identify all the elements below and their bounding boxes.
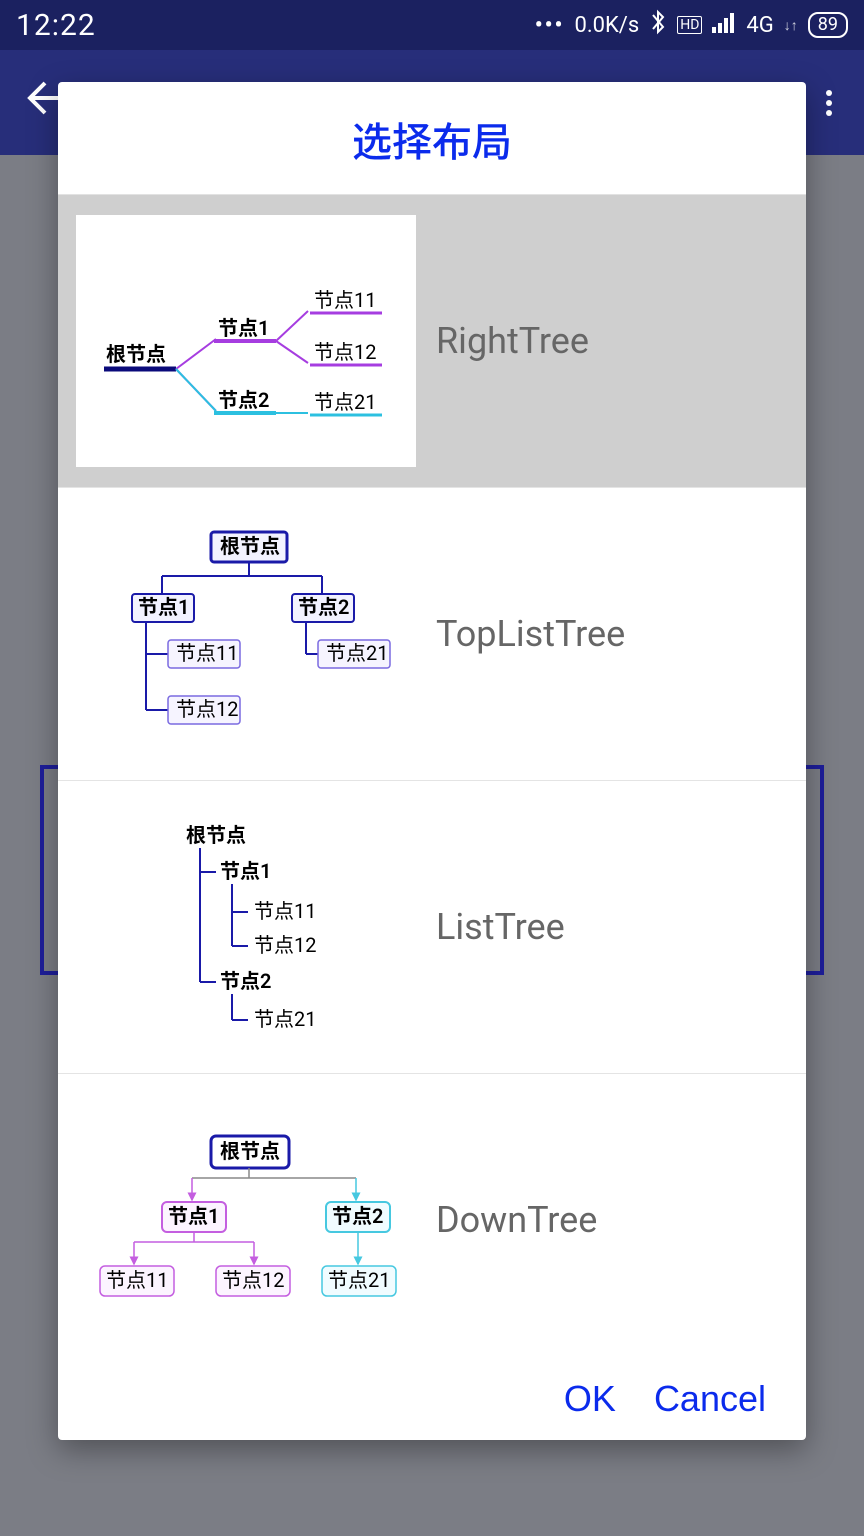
svg-text:节点2: 节点2 <box>298 595 349 619</box>
svg-text:根节点: 根节点 <box>106 342 166 366</box>
svg-text:节点12: 节点12 <box>176 697 238 721</box>
svg-text:节点11: 节点11 <box>106 1268 168 1292</box>
svg-text:根节点: 根节点 <box>186 823 246 847</box>
dialog-title: 选择布局 <box>58 82 806 195</box>
menu-icon[interactable] <box>814 88 844 118</box>
svg-text:节点12: 节点12 <box>314 340 376 364</box>
svg-text:节点1: 节点1 <box>220 859 271 883</box>
svg-text:节点1: 节点1 <box>168 1204 219 1228</box>
hd-icon: HD <box>677 16 702 34</box>
svg-text:根节点: 根节点 <box>220 1139 280 1163</box>
svg-text:节点12: 节点12 <box>222 1268 284 1292</box>
signal-icon <box>712 11 736 39</box>
status-right: ••• 0.0K/s HD 4G ↓↑ 89 <box>535 9 848 41</box>
svg-text:节点21: 节点21 <box>326 641 388 665</box>
option-righttree[interactable]: 根节点 节点1 节点11 节点12 节点2 节点21 <box>58 195 806 488</box>
back-icon[interactable] <box>20 78 60 128</box>
option-downtree[interactable]: 根节点 节点1 节点2 节点11 节点12 <box>58 1074 806 1360</box>
status-bar: 12:22 ••• 0.0K/s HD 4G ↓↑ 89 <box>0 0 864 50</box>
option-label: ListTree <box>436 906 786 948</box>
svg-text:节点2: 节点2 <box>220 969 271 993</box>
svg-text:节点21: 节点21 <box>254 1007 316 1031</box>
svg-text:节点1: 节点1 <box>138 595 189 619</box>
option-listtree[interactable]: 根节点 节点1 节点11 节点12 节点2 节点21 ListTree <box>58 781 806 1074</box>
preview-toplisttree: 根节点 节点1 节点2 节点11 节点12 <box>76 508 416 760</box>
svg-text:节点1: 节点1 <box>218 316 269 340</box>
svg-text:节点21: 节点21 <box>328 1268 390 1292</box>
option-label: DownTree <box>436 1199 786 1241</box>
dialog-actions: OK Cancel <box>58 1360 806 1440</box>
svg-text:节点21: 节点21 <box>314 390 376 414</box>
more-icon: ••• <box>535 13 565 38</box>
preview-righttree: 根节点 节点1 节点11 节点12 节点2 节点21 <box>76 215 416 467</box>
netspeed: 0.0K/s <box>574 13 639 38</box>
arrows-icon: ↓↑ <box>784 17 798 34</box>
option-label: TopListTree <box>436 613 786 655</box>
cancel-button[interactable]: Cancel <box>654 1378 766 1420</box>
preview-listtree: 根节点 节点1 节点11 节点12 节点2 节点21 <box>76 801 416 1053</box>
svg-text:节点2: 节点2 <box>218 388 269 412</box>
svg-text:节点11: 节点11 <box>176 641 238 665</box>
network-label: 4G <box>746 13 773 38</box>
bluetooth-icon <box>649 9 667 41</box>
svg-text:根节点: 根节点 <box>220 534 280 558</box>
layout-dialog: 选择布局 根节点 节点1 节点11 节点12 节点2 <box>58 82 806 1440</box>
svg-text:节点11: 节点11 <box>314 288 376 312</box>
status-time: 12:22 <box>16 8 96 43</box>
option-toplisttree[interactable]: 根节点 节点1 节点2 节点11 节点12 <box>58 488 806 781</box>
svg-text:节点11: 节点11 <box>254 899 316 923</box>
battery-indicator: 89 <box>808 12 848 38</box>
ok-button[interactable]: OK <box>564 1378 616 1420</box>
option-label: RightTree <box>436 320 786 362</box>
layout-options: 根节点 节点1 节点11 节点12 节点2 节点21 <box>58 195 806 1360</box>
preview-downtree: 根节点 节点1 节点2 节点11 节点12 <box>76 1094 416 1346</box>
svg-text:节点12: 节点12 <box>254 933 316 957</box>
svg-text:节点2: 节点2 <box>332 1204 383 1228</box>
